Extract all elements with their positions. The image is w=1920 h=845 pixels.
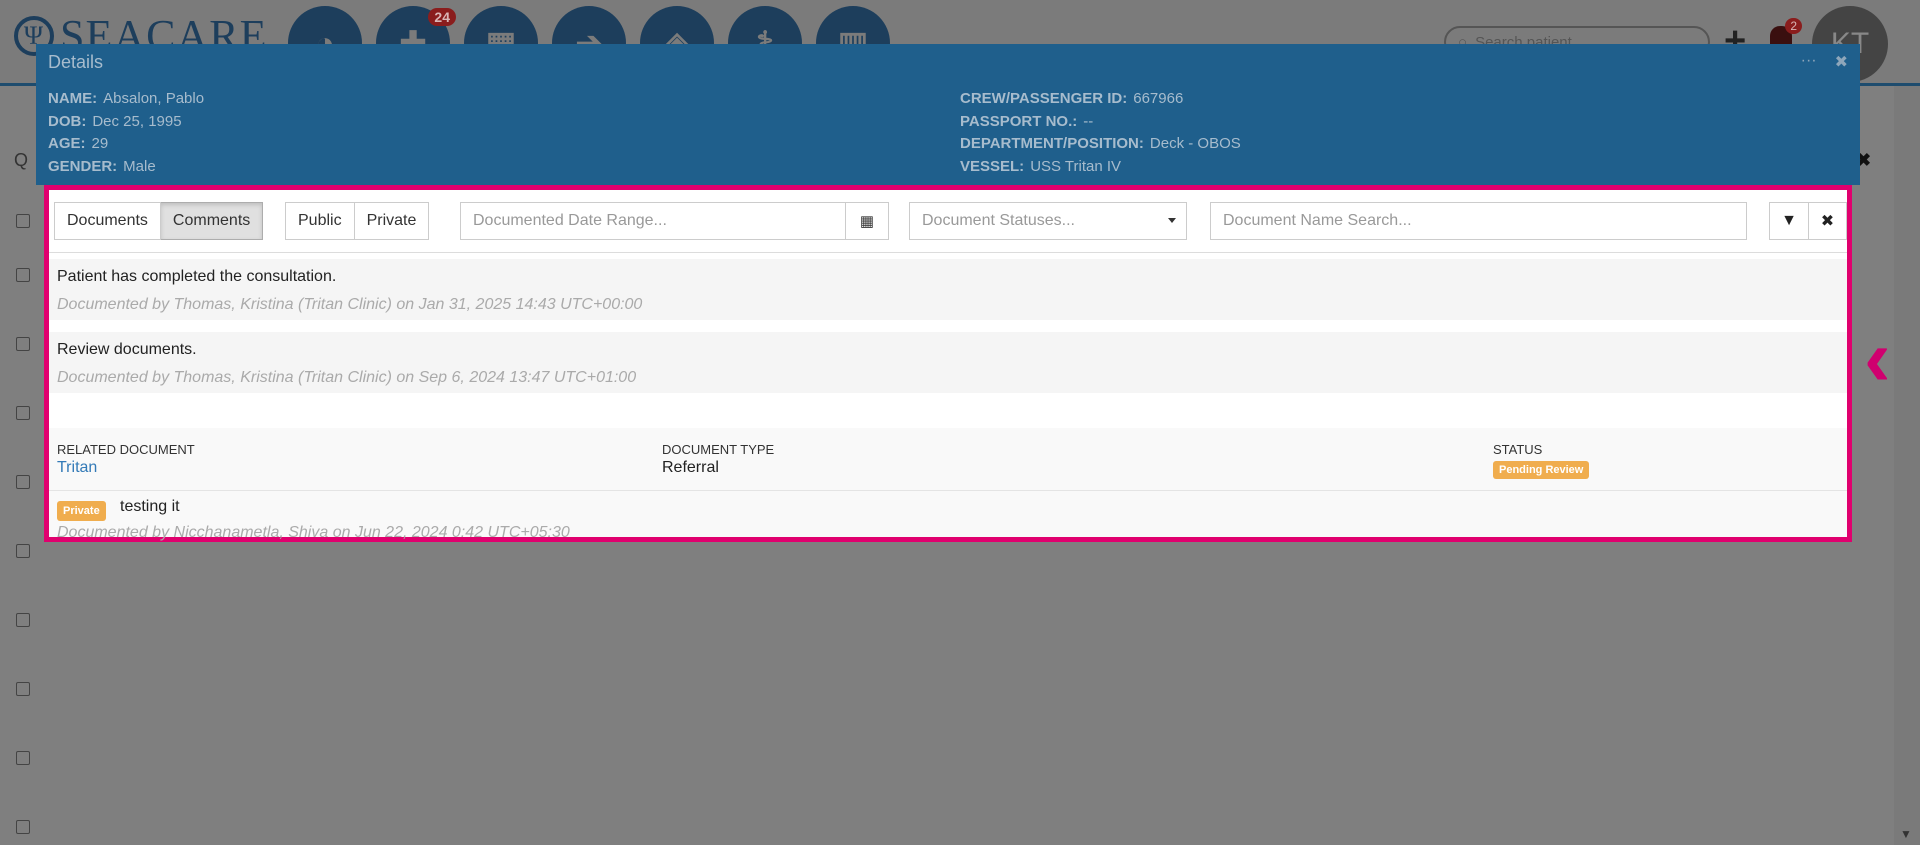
patient-age-row: AGE: 29 — [48, 133, 204, 156]
department-row: DEPARTMENT/POSITION: Deck - OBOS — [960, 133, 1241, 156]
comment-meta: Documented by Nicchanametla, Shiva on Ju… — [57, 524, 570, 541]
crew-id-row: CREW/PASSENGER ID: 667966 — [960, 88, 1241, 111]
related-document-comment: RELATED DOCUMENT Tritan DOCUMENT TYPE Re… — [49, 428, 1847, 541]
document-name-search-input[interactable]: Document Name Search... — [1210, 202, 1747, 240]
visibility-toggle-group: Public Private — [285, 202, 430, 240]
clear-filter-button[interactable]: ✖ — [1808, 202, 1847, 240]
more-icon[interactable]: ··· — [1801, 52, 1817, 72]
tab-documents[interactable]: Documents — [54, 202, 161, 240]
nav-badge: 24 — [428, 8, 456, 26]
close-icon: ✖ — [1820, 213, 1835, 230]
field-label: GENDER: — [48, 157, 118, 175]
comments-panel: Documents Comments Public Private Docume… — [44, 185, 1852, 542]
status-placeholder: Document Statuses... — [922, 212, 1075, 229]
chevron-down-icon — [1168, 218, 1176, 223]
field-label: PASSPORT NO.: — [960, 112, 1078, 130]
patient-age: 29 — [91, 135, 109, 152]
status-header: STATUS — [1493, 442, 1543, 457]
tab-comments[interactable]: Comments — [160, 202, 264, 240]
department: Deck - OBOS — [1149, 135, 1241, 152]
document-type-value: Referral — [662, 459, 719, 476]
field-label: VESSEL: — [960, 157, 1025, 175]
details-modal: Details ··· ✖ NAME: Absalon, Pablo DOB: De… — [36, 44, 1860, 845]
passport-row: PASSPORT NO.: -- — [960, 111, 1241, 134]
row-checkbox[interactable] — [16, 820, 30, 834]
comment-text: testing it — [120, 498, 180, 515]
date-range-input[interactable]: Documented Date Range... ▦ — [460, 202, 889, 240]
patient-dob-row: DOB: Dec 25, 1995 — [48, 111, 204, 134]
document-type-header: DOCUMENT TYPE — [662, 442, 775, 457]
comment-item: Patient has completed the consultation. … — [49, 259, 1847, 320]
row-checkbox[interactable] — [16, 214, 30, 228]
crew-id: 667966 — [1133, 90, 1184, 107]
calendar-icon[interactable]: ▦ — [845, 203, 888, 239]
patient-gender-row: GENDER: Male — [48, 156, 204, 179]
private-badge: Private — [57, 501, 106, 521]
row-checkbox[interactable] — [16, 682, 30, 696]
comment-meta: Documented by Thomas, Kristina (Tritan C… — [57, 369, 637, 386]
related-document-header: RELATED DOCUMENT — [57, 442, 195, 457]
modal-controls: ··· ✖ — [1801, 52, 1848, 72]
field-label: AGE: — [48, 135, 86, 152]
patient-dob: Dec 25, 1995 — [92, 112, 182, 130]
comment-text: Review documents. — [57, 341, 197, 358]
public-button[interactable]: Public — [285, 202, 355, 240]
row-checkbox[interactable] — [16, 337, 30, 351]
row-checkbox[interactable] — [16, 544, 30, 558]
filter-icon: ▼ — [1781, 212, 1797, 229]
patient-gender: Male — [123, 157, 156, 175]
status-badge: Pending Review — [1493, 461, 1590, 479]
patient-info-right: CREW/PASSENGER ID: 667966 PASSPORT NO.: --… — [960, 88, 1241, 178]
row-checkbox[interactable] — [16, 475, 30, 489]
field-label: CREW/PASSENGER ID: — [960, 90, 1128, 107]
status-select[interactable]: Document Statuses... — [909, 202, 1187, 240]
scroll-down-icon[interactable]: ▼ — [1900, 827, 1912, 841]
comment-meta: Documented by Thomas, Kristina (Tritan C… — [57, 296, 643, 313]
comment-item: Review documents. Documented by Thomas, … — [49, 332, 1847, 393]
field-label: NAME: — [48, 90, 98, 107]
view-toggle-group: Documents Comments — [54, 202, 264, 240]
patient-name-row: NAME: Absalon, Pablo — [48, 88, 204, 111]
name-search-placeholder: Document Name Search... — [1223, 212, 1412, 229]
scrollbar[interactable]: ▼ — [1894, 86, 1920, 845]
row-checkbox[interactable] — [16, 613, 30, 627]
private-button[interactable]: Private — [354, 202, 430, 240]
passport-no: -- — [1083, 112, 1094, 130]
comment-text: Patient has completed the consultation. — [57, 268, 337, 285]
patient-info-left: NAME: Absalon, Pablo DOB: Dec 25, 1995 AGE… — [48, 88, 204, 178]
row-checkbox[interactable] — [16, 406, 30, 420]
row-checkbox[interactable] — [16, 268, 30, 282]
filter-button[interactable]: ▼ — [1769, 202, 1809, 240]
vessel-row: VESSEL: USS Tritan IV — [960, 156, 1241, 179]
field-label: DEPARTMENT/POSITION: — [960, 135, 1144, 152]
modal-title: Details — [48, 52, 104, 72]
arrow-left-icon: ‹ — [1864, 313, 1891, 402]
modal-header: Details ··· ✖ NAME: Absalon, Pablo DOB: De… — [36, 44, 1860, 185]
patient-name: Absalon, Pablo — [103, 90, 205, 107]
divider — [49, 490, 1847, 491]
row-checkbox[interactable] — [16, 751, 30, 765]
vessel: USS Tritan IV — [1030, 157, 1122, 175]
field-label: DOB: — [48, 112, 87, 130]
related-document-link[interactable]: Tritan — [57, 459, 97, 477]
notification-badge: 2 — [1785, 18, 1802, 34]
date-range-placeholder: Documented Date Range... — [473, 212, 667, 229]
close-icon[interactable]: ✖ — [1835, 52, 1848, 72]
filter-toolbar: Documents Comments Public Private Docume… — [49, 190, 1847, 253]
